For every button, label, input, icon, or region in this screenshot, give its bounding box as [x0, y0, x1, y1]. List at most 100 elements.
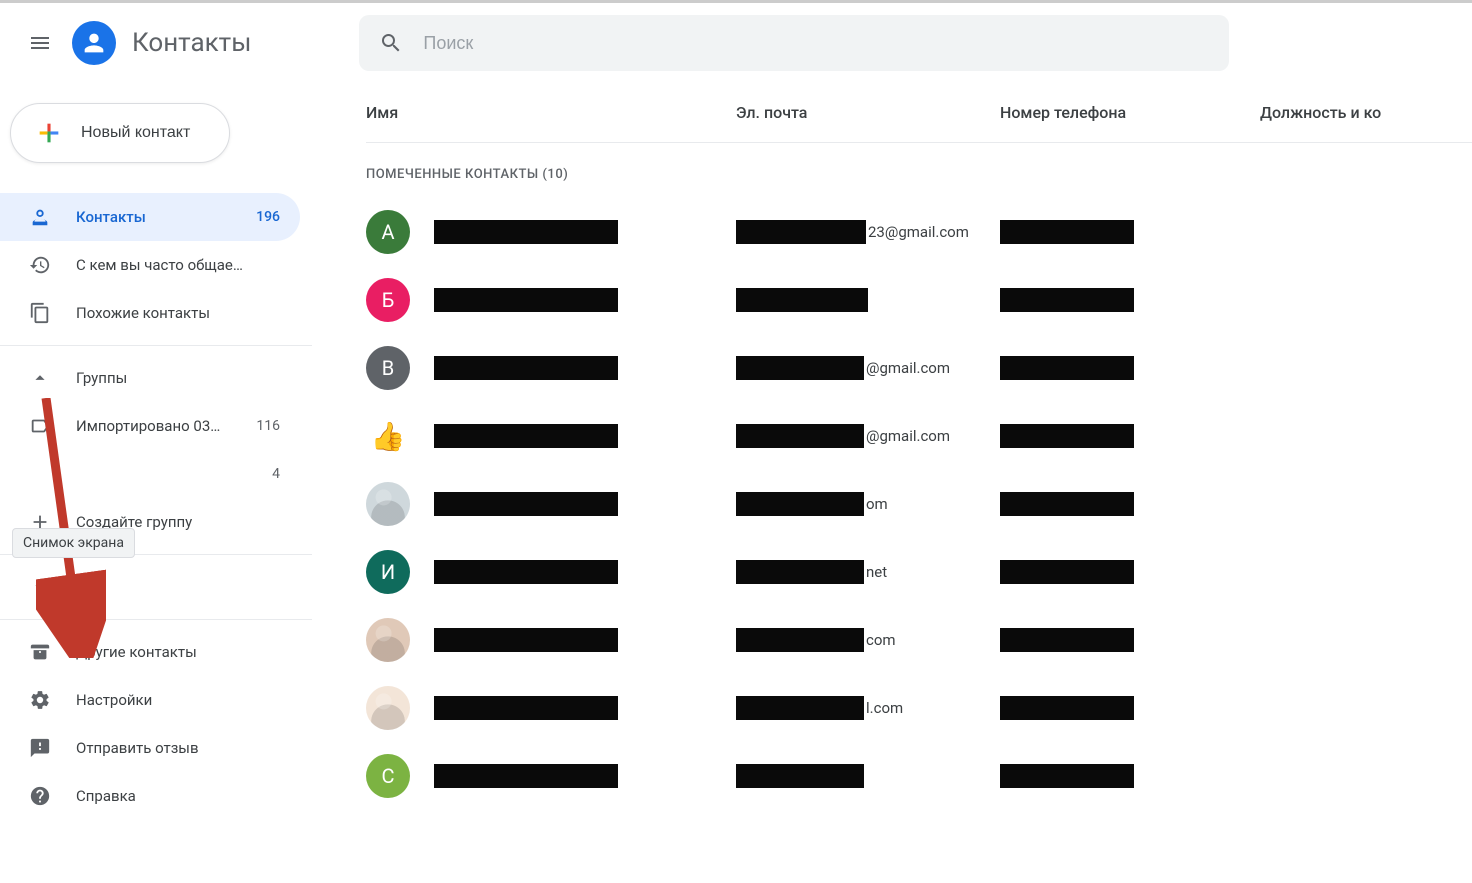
cell-email: @gmail.com: [736, 424, 1000, 448]
table-row[interactable]: И net: [366, 538, 1472, 606]
screenshot-tooltip: Снимок экрана: [12, 528, 135, 558]
sidebar: Новый контакт Контакты 196 С кем вы част…: [0, 83, 312, 883]
sidebar-settings-label: Настройки: [76, 691, 280, 709]
cell-phone: [1000, 424, 1260, 448]
table-header: Имя Эл. почта Номер телефона Должность и…: [366, 83, 1472, 143]
cell-phone: [1000, 220, 1260, 244]
sidebar-more[interactable]: Ещё: [0, 563, 300, 611]
avatar: [366, 482, 410, 526]
chevron-down-icon: [29, 576, 51, 598]
sidebar-feedback-label: Отправить отзыв: [76, 739, 280, 757]
sidebar-groups-header[interactable]: Группы: [0, 354, 300, 402]
cell-phone: [1000, 356, 1260, 380]
merge-icon: [29, 302, 51, 324]
cell-email: [736, 288, 1000, 312]
col-job: Должность и ко: [1260, 103, 1452, 122]
sidebar-help[interactable]: Справка: [0, 772, 300, 820]
sidebar-more-label: Ещё: [76, 578, 280, 596]
gear-icon: [29, 689, 51, 711]
archive-icon: [29, 641, 51, 663]
new-contact-label: Новый контакт: [81, 124, 190, 142]
col-email: Эл. почта: [736, 103, 1000, 122]
avatar: 👍: [366, 414, 410, 458]
app-title: Контакты: [132, 28, 251, 58]
divider: [0, 345, 312, 346]
avatar: И: [366, 550, 410, 594]
cell-email: 23@gmail.com: [736, 220, 1000, 244]
cell-phone: [1000, 560, 1260, 584]
main-content: Имя Эл. почта Номер телефона Должность и…: [312, 83, 1472, 883]
sidebar-item-merge[interactable]: Похожие контакты: [0, 289, 300, 337]
sidebar-settings[interactable]: Настройки: [0, 676, 300, 724]
table-row[interactable]: com: [366, 606, 1472, 674]
divider: [0, 619, 312, 620]
table-row[interactable]: С: [366, 742, 1472, 810]
chevron-up-icon: [29, 367, 51, 389]
section-title: ПОМЕЧЕННЫЕ КОНТАКТЫ (10): [366, 143, 1472, 198]
history-icon: [29, 254, 51, 276]
table-row[interactable]: om: [366, 470, 1472, 538]
avatar: [366, 618, 410, 662]
cell-name: [434, 356, 736, 380]
avatar: А: [366, 210, 410, 254]
cell-name: [434, 220, 736, 244]
search-bar[interactable]: [359, 15, 1229, 71]
table-row[interactable]: Б: [366, 266, 1472, 334]
table-row[interactable]: В @gmail.com: [366, 334, 1472, 402]
sidebar-contacts-count: 196: [256, 209, 280, 225]
help-icon: [29, 785, 51, 807]
avatar: С: [366, 754, 410, 798]
cell-email: @gmail.com: [736, 356, 1000, 380]
sidebar-group-0-count: 116: [256, 418, 280, 434]
new-contact-button[interactable]: Новый контакт: [10, 103, 230, 163]
cell-phone: [1000, 288, 1260, 312]
sidebar-item-contacts[interactable]: Контакты 196: [0, 193, 300, 241]
col-name: Имя: [366, 103, 736, 122]
avatar: В: [366, 346, 410, 390]
person-outline-icon: [29, 206, 51, 228]
person-icon: [80, 29, 108, 57]
cell-phone: [1000, 628, 1260, 652]
cell-name: [434, 560, 736, 584]
sidebar-contacts-label: Контакты: [76, 208, 232, 226]
label-icon: [29, 415, 51, 437]
cell-name: [434, 764, 736, 788]
cell-name: [434, 424, 736, 448]
cell-email: com: [736, 628, 1000, 652]
sidebar-merge-label: Похожие контакты: [76, 304, 280, 322]
app-logo: [72, 21, 116, 65]
cell-email: net: [736, 560, 1000, 584]
sidebar-frequent-label: С кем вы часто общае…: [76, 256, 280, 274]
cell-email: om: [736, 492, 1000, 516]
search-icon: [379, 31, 403, 55]
sidebar-group-0[interactable]: Импортировано 03… 116: [0, 402, 300, 450]
feedback-icon: [29, 737, 51, 759]
sidebar-feedback[interactable]: Отправить отзыв: [0, 724, 300, 772]
table-row[interactable]: 👍 @gmail.com: [366, 402, 1472, 470]
cell-name: [434, 288, 736, 312]
table-row[interactable]: l.com: [366, 674, 1472, 742]
cell-phone: [1000, 492, 1260, 516]
cell-email: l.com: [736, 696, 1000, 720]
main-menu-button[interactable]: [16, 19, 64, 67]
plus-multicolor-icon: [35, 119, 63, 147]
avatar: [366, 686, 410, 730]
sidebar-item-frequent[interactable]: С кем вы часто общае…: [0, 241, 300, 289]
sidebar-other-contacts[interactable]: Другие контакты: [0, 628, 300, 676]
cell-phone: [1000, 764, 1260, 788]
sidebar-group-1-count: 4: [272, 466, 280, 482]
sidebar-group-0-label: Импортировано 03…: [76, 417, 232, 435]
app-header: Контакты: [0, 3, 1472, 83]
cell-phone: [1000, 696, 1260, 720]
cell-name: [434, 628, 736, 652]
sidebar-groups-label: Группы: [76, 369, 280, 387]
hamburger-icon: [28, 31, 52, 55]
cell-email: [736, 764, 1000, 788]
sidebar-other-label: Другие контакты: [76, 643, 280, 661]
col-phone: Номер телефона: [1000, 103, 1260, 122]
search-input[interactable]: [423, 33, 1209, 54]
sidebar-help-label: Справка: [76, 787, 280, 805]
table-row[interactable]: А 23@gmail.com: [366, 198, 1472, 266]
sidebar-group-1[interactable]: 4: [0, 450, 300, 498]
table-body: А 23@gmail.com Б В @gmail.com 👍 @gmail.c…: [366, 198, 1472, 883]
